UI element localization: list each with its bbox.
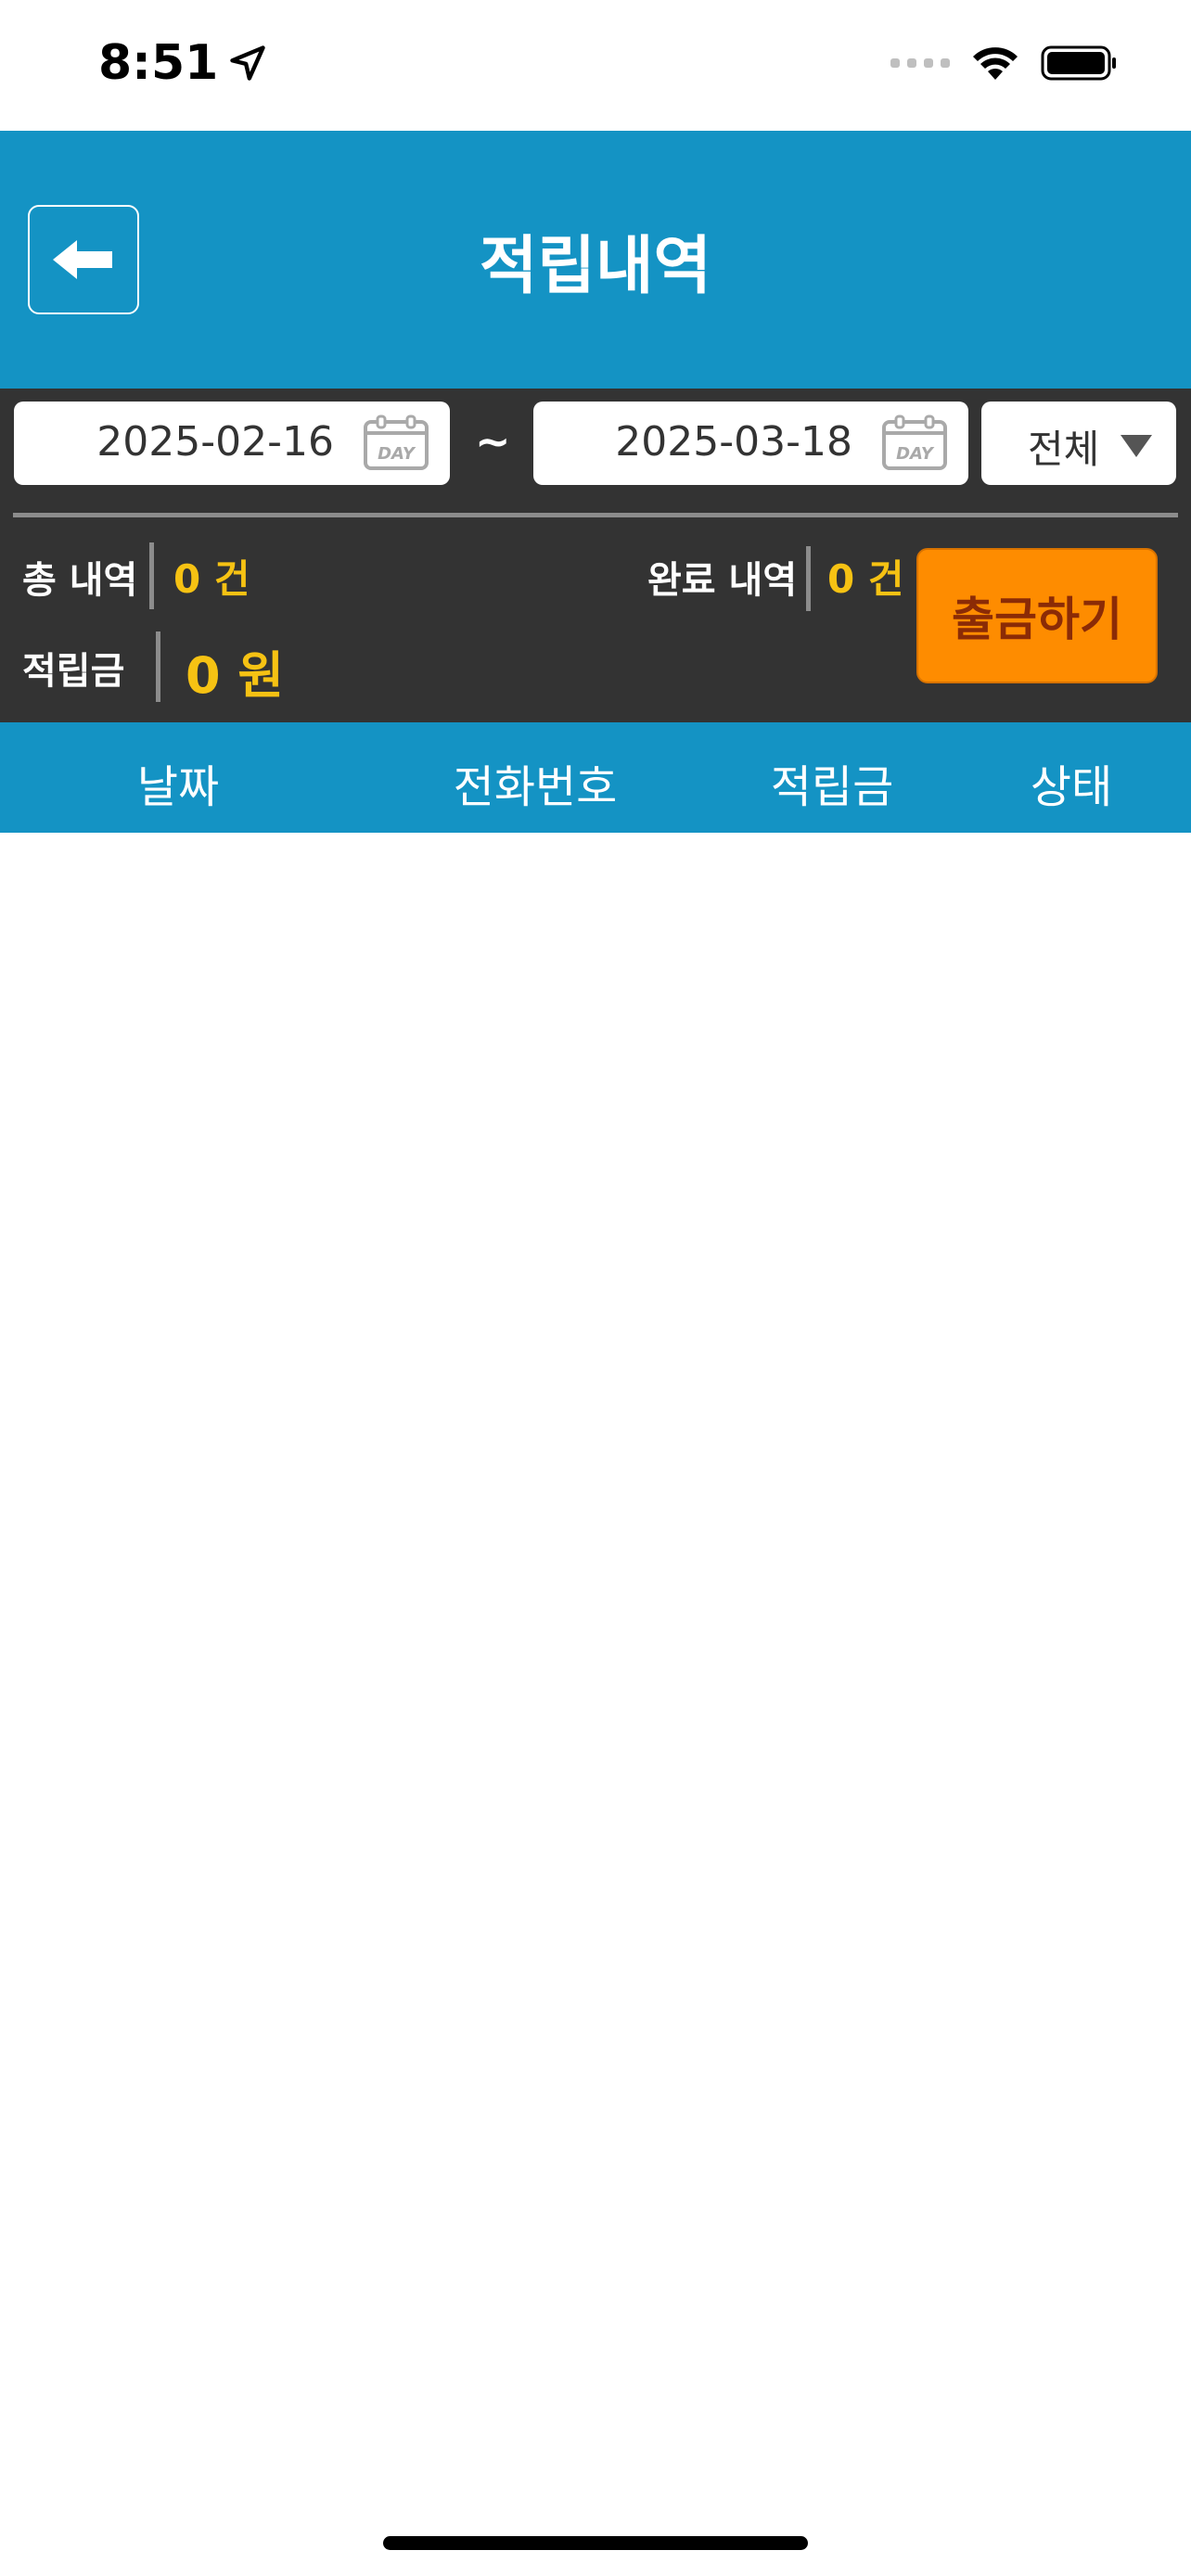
divider [13, 513, 1178, 517]
status-filter-value: 전체 [1028, 427, 1100, 472]
battery-icon [1041, 45, 1116, 81]
filter-panel: 2025-02-16 DAY ~ 2025-03-18 DAY 전체 총 내역 … [0, 389, 1191, 722]
calendar-day-icon[interactable]: DAY [363, 414, 429, 472]
completed-count-label: 완료 내역 [647, 559, 798, 602]
table-header: 날짜 전화번호 적립금 상태 [0, 722, 1191, 833]
page-title: 적립내역 [479, 230, 712, 303]
column-header-points[interactable]: 적립금 [739, 750, 925, 815]
status-filter-select[interactable]: 전체 [981, 402, 1176, 485]
withdraw-button[interactable]: 출금하기 [916, 548, 1158, 683]
status-time-text: 8:51 [98, 35, 219, 91]
status-bar: 8:51 [0, 0, 1191, 131]
column-header-date[interactable]: 날짜 [85, 750, 271, 815]
calendar-day-icon[interactable]: DAY [881, 414, 948, 472]
svg-text:DAY: DAY [378, 444, 416, 464]
divider [806, 546, 811, 611]
date-range-separator: ~ [475, 416, 511, 466]
svg-text:DAY: DAY [896, 444, 935, 464]
points-value: 0 원 [186, 646, 285, 705]
home-indicator[interactable] [383, 2536, 808, 2550]
location-arrow-icon [230, 45, 266, 81]
start-date-field[interactable]: 2025-02-16 DAY [14, 402, 450, 485]
wifi-icon [973, 47, 1018, 80]
cellular-signal-icon [890, 58, 950, 68]
status-time: 8:51 [98, 35, 268, 91]
total-count-value: 0 건 [173, 556, 250, 602]
end-date-text: 2025-03-18 [615, 418, 852, 465]
divider [149, 542, 154, 609]
completed-count-value: 0 건 [827, 556, 904, 602]
caret-down-icon [1121, 435, 1152, 457]
column-header-phone[interactable]: 전화번호 [424, 750, 647, 815]
column-header-status[interactable]: 상태 [979, 750, 1164, 815]
divider [156, 631, 160, 702]
app-header: 적립내역 [0, 131, 1191, 389]
end-date-field[interactable]: 2025-03-18 DAY [533, 402, 968, 485]
history-list[interactable] [0, 833, 1191, 2502]
total-count-label: 총 내역 [22, 559, 138, 602]
points-label: 적립금 [22, 650, 125, 693]
status-icons [890, 45, 1117, 82]
start-date-text: 2025-02-16 [96, 418, 334, 465]
